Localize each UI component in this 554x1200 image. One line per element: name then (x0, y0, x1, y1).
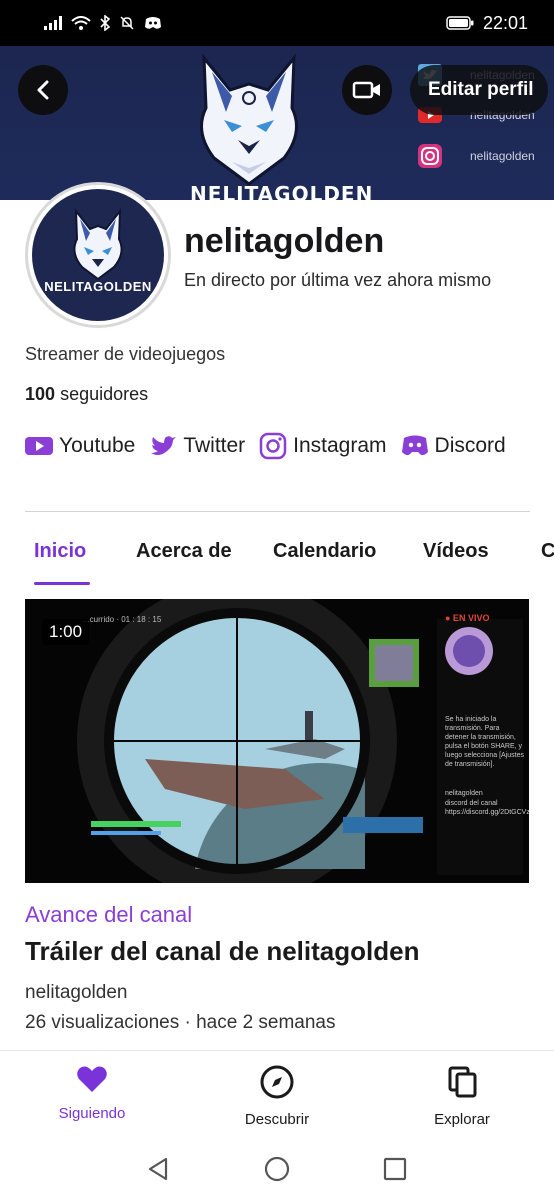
video-camera-icon (352, 81, 380, 99)
system-back-icon[interactable] (146, 1156, 172, 1182)
nav-label: Explorar (434, 1111, 490, 1128)
nav-descubrir[interactable]: Descubrir (217, 1065, 337, 1128)
section-divider (25, 511, 530, 512)
nav-explorar[interactable]: Explorar (402, 1065, 522, 1128)
link-twitter[interactable]: Twitter (149, 434, 245, 458)
link-youtube[interactable]: Youtube (25, 434, 135, 458)
followers-label: seguidores (60, 384, 149, 404)
twitter-icon (151, 436, 177, 455)
followers-number: 100 (25, 384, 56, 404)
video-overlay-side-text: Se ha iniciado la transmisión. Para dete… (445, 716, 524, 768)
channel-bio: Streamer de videojuegos (25, 344, 226, 364)
wifi-icon (71, 16, 91, 30)
avatar[interactable]: NELITAGOLDEN (25, 182, 171, 328)
tab-acerca-de[interactable]: Acerca de (136, 540, 232, 563)
channel-tabs: Inicio Acerca de Calendario Vídeos C (0, 530, 554, 586)
video-overlay-timer: ...currido · 01 : 18 : 15 (83, 615, 162, 624)
wolf-avatar-logo (73, 207, 123, 281)
copy-icon (448, 1066, 477, 1098)
avatar-image: NELITAGOLDEN (32, 189, 164, 321)
back-button[interactable] (18, 65, 68, 115)
banner-social-instagram: nelitagolden (418, 144, 535, 168)
banner-social-text: nelitagolden (470, 149, 535, 163)
nav-siguiendo[interactable]: Siguiendo (32, 1065, 152, 1122)
card-channel[interactable]: nelitagolden (25, 982, 127, 1004)
link-discord[interactable]: Discord (401, 434, 506, 458)
video-overlay-channel: nelitagolden (445, 790, 483, 797)
profile-banner: NELITAGOLDEN nelitagolden nelitagolden n… (0, 46, 554, 200)
link-label: Youtube (59, 434, 136, 457)
nav-label: Descubrir (244, 1111, 310, 1128)
channel-username: nelitagolden (184, 222, 385, 260)
edit-profile-button[interactable]: Editar perfil (410, 65, 548, 115)
bluetooth-icon (100, 15, 110, 31)
mute-bell-icon (120, 16, 134, 30)
link-label: Discord (434, 434, 506, 457)
card-meta: 26 visualizaciones · hace 2 semanas (25, 1012, 336, 1033)
status-time: 22:01 (482, 12, 528, 33)
video-duration-badge: 1:00 (42, 619, 90, 645)
card-title[interactable]: Tráiler del canal de nelitagolden (25, 936, 419, 967)
active-tab-indicator (34, 582, 90, 585)
instagram-icon (259, 432, 287, 460)
battery-icon (446, 16, 474, 30)
social-links: Youtube Twitter Instagram Discord (25, 432, 506, 460)
tab-inicio[interactable]: Inicio (34, 540, 86, 563)
heart-icon (77, 1066, 107, 1092)
followers-count: 100 seguidores (25, 384, 148, 405)
card-kicker: Avance del canal (25, 902, 193, 927)
chevron-left-icon (37, 80, 49, 100)
tab-calendario[interactable]: Calendario (273, 540, 376, 563)
status-bar: 22:01 (0, 0, 554, 46)
discord-icon (401, 435, 428, 456)
wolf-logo (200, 53, 298, 186)
system-navigation (0, 1142, 554, 1200)
link-instagram[interactable]: Instagram (259, 432, 387, 460)
system-home-icon[interactable] (264, 1156, 290, 1182)
tab-overflow[interactable]: C (541, 540, 554, 563)
video-overlay-live: ● EN VIVO (445, 613, 490, 623)
discord-status-icon (145, 17, 161, 29)
link-label: Twitter (183, 434, 246, 457)
youtube-icon (25, 437, 53, 455)
compass-icon (260, 1065, 294, 1099)
last-live-status: En directo por última vez ahora mismo (184, 270, 492, 290)
stream-camera-button[interactable] (342, 65, 392, 115)
banner-wordmark: NELITAGOLDEN (190, 182, 374, 200)
instagram-icon (418, 144, 442, 168)
bottom-navigation: Siguiendo Descubrir Explorar (0, 1050, 554, 1142)
avatar-wordmark: NELITAGOLDEN (44, 279, 152, 294)
link-label: Instagram (293, 434, 387, 457)
tab-videos[interactable]: Vídeos (423, 540, 489, 563)
video-overlay-discord: discord del canal https://discord.gg/2Dt… (445, 800, 529, 816)
status-icons-right: 22:01 (446, 13, 528, 34)
status-icons-left (44, 15, 162, 31)
system-recents-icon[interactable] (382, 1156, 408, 1182)
nav-label: Siguiendo (58, 1105, 126, 1122)
video-thumbnail[interactable]: ...currido · 01 : 18 : 15 ● EN VIVO Se h… (25, 599, 529, 883)
signal-icon (44, 16, 62, 30)
